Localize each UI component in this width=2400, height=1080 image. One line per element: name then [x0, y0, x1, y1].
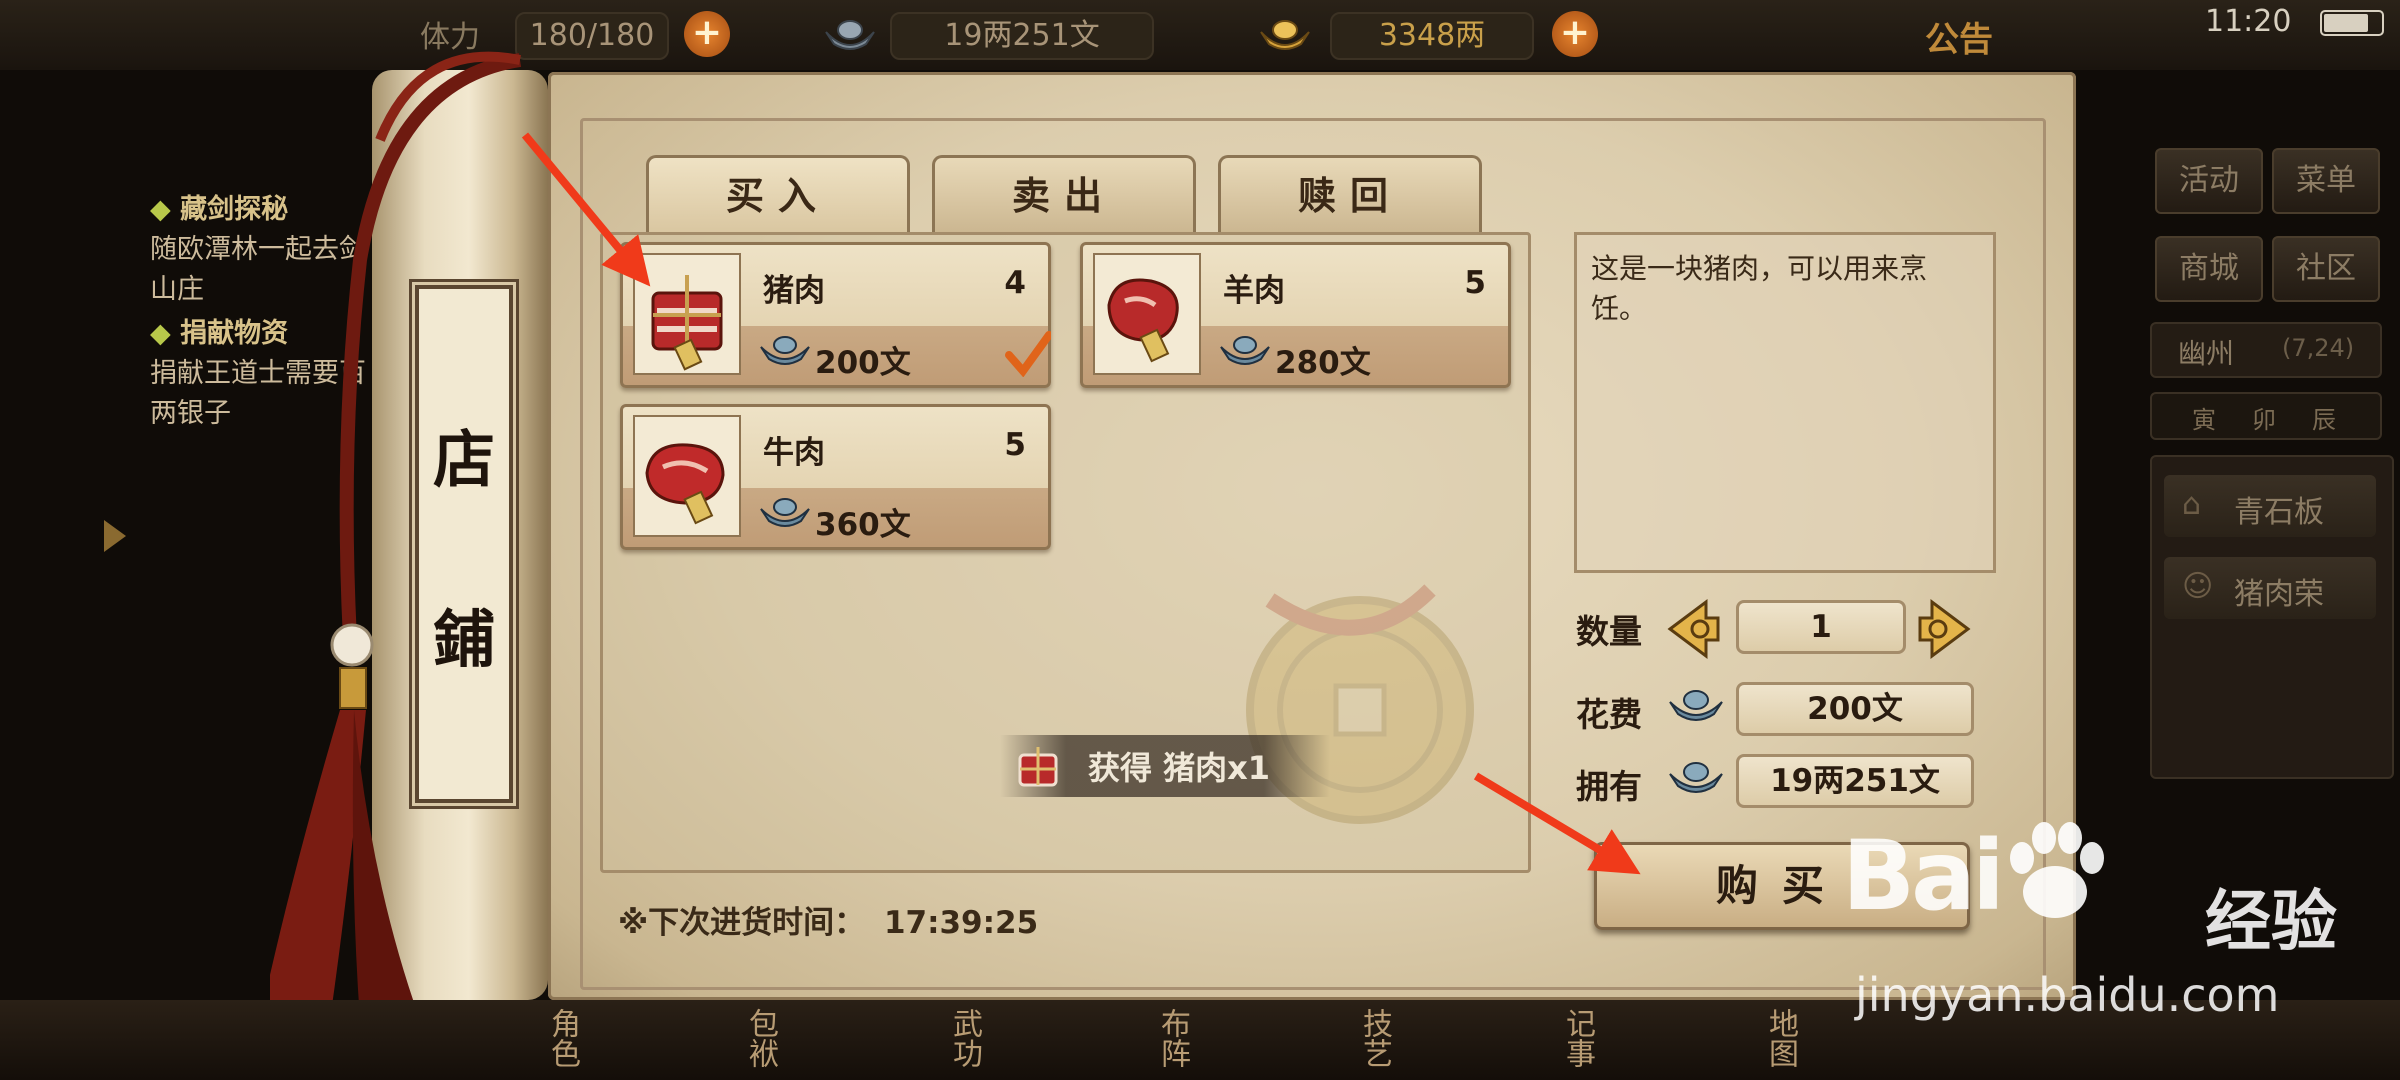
expand-arrow-icon[interactable]: [104, 520, 126, 552]
gold-value: 3348两: [1330, 12, 1534, 60]
item-count: 5: [1004, 427, 1026, 463]
nav-inventory[interactable]: 包袱: [738, 1008, 782, 1068]
time-dial: 寅 卯 辰: [2150, 392, 2382, 440]
owned-label: 拥有: [1576, 767, 1642, 806]
item-name: 猪肉: [763, 273, 825, 309]
item-pork[interactable]: 猪肉 4 200文: [620, 242, 1051, 388]
nav-journal[interactable]: 记事: [1555, 1008, 1599, 1068]
location-bar: 幽州 (7,24): [2150, 322, 2382, 378]
community-button[interactable]: 社区: [2272, 236, 2380, 302]
tab-redeem[interactable]: 赎回: [1218, 155, 1482, 234]
menu-button[interactable]: 菜单: [2272, 148, 2380, 214]
item-count: 5: [1464, 265, 1486, 301]
item-price: 200文: [815, 345, 911, 381]
activity-button[interactable]: 活动: [2155, 148, 2263, 214]
tassel-decoration: [270, 51, 522, 1020]
silver-value: 19两251文: [890, 12, 1154, 60]
npc-list: ⌂ 青石板 ☺ 猪肉荣: [2150, 455, 2394, 779]
mutton-icon: [1093, 253, 1201, 375]
house-icon: ⌂: [2182, 487, 2202, 522]
clock: 11:20: [2205, 4, 2292, 39]
item-description: 这是一块猪肉，可以用来烹饪。: [1591, 252, 1928, 325]
location-coords: (7,24): [2282, 334, 2355, 362]
silver-ingot-icon: [825, 20, 875, 50]
add-stamina-button[interactable]: +: [684, 11, 730, 57]
silver-ingot-icon: [760, 498, 810, 527]
npc-item[interactable]: ☺ 猪肉荣: [2164, 557, 2376, 619]
item-name: 牛肉: [763, 435, 825, 471]
time-label: 辰: [2312, 406, 2336, 434]
owned-value: 19两251文: [1736, 754, 1974, 808]
time-label: 寅: [2192, 406, 2216, 434]
location-name: 幽州: [2178, 337, 2235, 370]
checkmark-icon: [1005, 331, 1051, 377]
nav-character[interactable]: 角色: [540, 1008, 584, 1068]
battery-icon: [2320, 10, 2384, 36]
npc-name: 青石板: [2234, 495, 2324, 530]
nav-formation[interactable]: 布阵: [1150, 1008, 1194, 1068]
restock-label: ※下次进货时间：: [618, 905, 866, 941]
gold-ingot-icon: [1260, 20, 1310, 50]
toast-text: 获得 猪肉x1: [1088, 749, 1271, 787]
silver-ingot-icon: [1220, 336, 1270, 365]
item-price: 360文: [815, 507, 911, 543]
item-beef[interactable]: 牛肉 5 360文: [620, 404, 1051, 550]
add-gold-button[interactable]: +: [1552, 11, 1598, 57]
nav-skills[interactable]: 技艺: [1352, 1008, 1396, 1068]
cost-label: 花费: [1576, 695, 1642, 734]
restock-time: 17:39:25: [883, 905, 1039, 941]
nav-map[interactable]: 地图: [1758, 1008, 1802, 1068]
watermark-url: jingyan.baidu.com: [1855, 968, 2280, 1022]
obtained-toast: 获得 猪肉x1: [1000, 735, 1330, 797]
time-label: 卯: [2252, 406, 2276, 434]
pork-icon: [1018, 747, 1058, 787]
quantity-input[interactable]: 1: [1736, 600, 1906, 654]
item-name: 羊肉: [1223, 273, 1285, 309]
silver-ingot-icon: [1669, 690, 1723, 721]
silver-ingot-icon: [760, 336, 810, 365]
person-icon: ☺: [2182, 569, 2214, 604]
watermark-brand: Bai: [1842, 820, 2005, 932]
watermark-brand2: 经验: [2205, 883, 2337, 960]
increase-quantity-button[interactable]: [1916, 598, 1972, 660]
npc-item[interactable]: ⌂ 青石板: [2164, 475, 2376, 537]
tab-buy[interactable]: 买入: [646, 155, 910, 234]
item-count: 4: [1004, 265, 1026, 301]
tab-sell[interactable]: 卖出: [932, 155, 1196, 234]
quantity-label: 数量: [1576, 612, 1642, 651]
beef-icon: [633, 415, 741, 537]
item-price: 280文: [1275, 345, 1371, 381]
npc-name: 猪肉荣: [2234, 577, 2324, 612]
notice-button[interactable]: 公告: [1925, 12, 1993, 61]
mall-button[interactable]: 商城: [2155, 236, 2263, 302]
cost-value: 200文: [1736, 682, 1974, 736]
decrease-quantity-button[interactable]: [1666, 598, 1722, 660]
paw-logo-icon: [2010, 822, 2104, 918]
item-mutton[interactable]: 羊肉 5 280文: [1080, 242, 1511, 388]
pork-icon: [633, 253, 741, 375]
item-description-box: 这是一块猪肉，可以用来烹饪。: [1574, 232, 1996, 573]
restock-info: ※下次进货时间： 17:39:25: [618, 897, 1038, 942]
nav-martial-arts[interactable]: 武功: [942, 1008, 986, 1068]
silver-ingot-icon: [1669, 762, 1723, 793]
